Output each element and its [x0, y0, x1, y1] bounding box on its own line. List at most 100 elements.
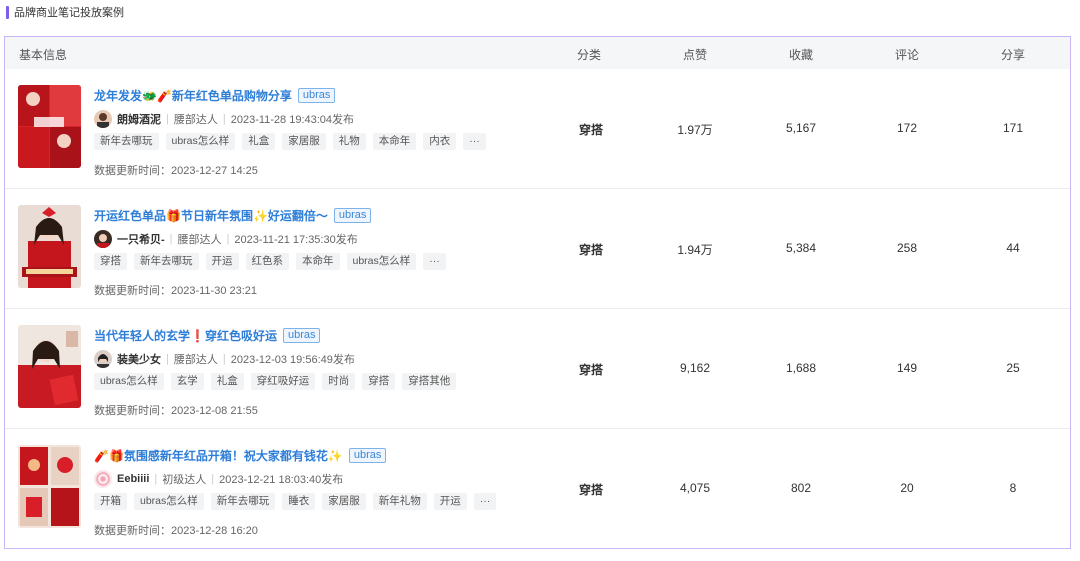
- topic-tag[interactable]: 穿搭: [94, 253, 127, 270]
- author-name[interactable]: 朗姆酒泥: [117, 111, 161, 127]
- header-comments[interactable]: 评论: [895, 46, 919, 63]
- category-cell: 穿搭: [578, 483, 603, 497]
- author-name[interactable]: 一只希贝-: [117, 231, 165, 247]
- shares-cell: 25: [1006, 361, 1020, 375]
- topic-tag[interactable]: 穿搭其他: [402, 373, 457, 390]
- table-header: 基本信息 分类 点赞 收藏 评论 分享: [5, 37, 1070, 69]
- topic-tag[interactable]: 礼盒: [210, 373, 244, 390]
- table-row[interactable]: 🧨🎁氛围感新年红品开箱！祝大家都有钱花✨ ubras Eebiiii | 初级达…: [5, 429, 1070, 549]
- topic-tag[interactable]: 开运: [433, 493, 467, 510]
- note-thumbnail[interactable]: [18, 445, 81, 528]
- divider: |: [222, 113, 226, 125]
- comments-cell: 258: [896, 241, 918, 255]
- topic-tag[interactable]: 开运: [205, 253, 239, 270]
- update-time: 数据更新时间：2023-12-27 14:25: [94, 165, 258, 177]
- publish-time: 2023-12-21 18:03:40发布: [219, 474, 344, 486]
- topic-tag[interactable]: 玄学: [170, 373, 204, 390]
- collects-cell: 802: [790, 481, 812, 495]
- topic-tag[interactable]: 家居服: [282, 133, 326, 150]
- note-title-line: 龙年发发🐲🧨新年红色单品购物分享 ubras: [94, 87, 336, 104]
- section-accent-bar: [6, 5, 9, 19]
- divider: |: [166, 113, 169, 125]
- category-cell: 穿搭: [578, 363, 603, 377]
- brand-tag[interactable]: ubras: [282, 328, 321, 343]
- divider: |: [166, 353, 169, 365]
- divider: |: [211, 473, 215, 485]
- avatar[interactable]: [94, 110, 112, 128]
- note-thumbnail[interactable]: [18, 325, 81, 408]
- divider: |: [154, 473, 158, 485]
- note-title-link[interactable]: 龙年发发🐲🧨新年红色单品购物分享: [94, 87, 292, 104]
- topic-tag[interactable]: 新年礼物: [372, 493, 427, 510]
- publish-time: 2023-11-28 19:43:04发布: [230, 114, 355, 126]
- note-title-link[interactable]: 当代年轻人的玄学❗穿红色吸好运: [94, 327, 277, 344]
- topic-tag[interactable]: 内衣: [423, 133, 457, 150]
- brand-tag[interactable]: ubras: [348, 448, 387, 463]
- note-thumbnail[interactable]: [18, 85, 81, 168]
- note-thumbnail[interactable]: [18, 205, 81, 288]
- section-header: 品牌商业笔记投放案例: [6, 5, 124, 19]
- publish-time: 2023-12-03 19:56:49发布: [230, 354, 355, 366]
- topic-tag[interactable]: 睡衣: [282, 493, 316, 510]
- header-likes[interactable]: 点赞: [683, 46, 707, 63]
- divider: |: [222, 353, 226, 365]
- note-title-line: 当代年轻人的玄学❗穿红色吸好运 ubras: [94, 327, 321, 344]
- author-line: 朗姆酒泥 | 腰部达人 | 2023-11-28 19:43:04发布: [94, 110, 354, 128]
- topic-tag[interactable]: 本命年: [296, 253, 340, 270]
- likes-cell: 1.97万: [677, 123, 713, 137]
- shares-cell: 8: [1009, 481, 1017, 495]
- brand-tag[interactable]: ubras: [297, 88, 336, 103]
- author-level: 腰部达人: [177, 234, 222, 246]
- likes-cell: 4,075: [679, 481, 711, 495]
- likes-cell: 9,162: [679, 361, 711, 375]
- author-line: Eebiiii | 初级达人 | 2023-12-21 18:03:40发布: [94, 470, 343, 488]
- author-name[interactable]: Eebiiii: [117, 473, 149, 485]
- avatar[interactable]: [94, 230, 112, 248]
- author-name[interactable]: 装美少女: [117, 351, 161, 367]
- topic-tag[interactable]: 红色系: [245, 253, 289, 270]
- author-level: 初级达人: [162, 474, 207, 486]
- collects-cell: 5,384: [785, 241, 817, 255]
- topic-tag[interactable]: 开箱: [94, 493, 127, 510]
- topic-tag[interactable]: 穿搭: [362, 373, 396, 390]
- update-time: 数据更新时间：2023-12-28 16:20: [94, 525, 258, 537]
- case-table: 基本信息 分类 点赞 收藏 评论 分享 龙年发发🐲🧨新年红色单品购物分享 ubr…: [4, 36, 1071, 549]
- category-cell: 穿搭: [578, 123, 603, 137]
- header-collects[interactable]: 收藏: [789, 46, 813, 63]
- author-line: 一只希贝- | 腰部达人 | 2023-11-21 17:35:30发布: [94, 230, 358, 248]
- topic-tag[interactable]: ubras怎么样: [165, 133, 236, 150]
- table-row[interactable]: 开运红色单品🎁节日新年氛围✨好运翻倍～ ubras 一只希贝- | 腰部达人 |…: [5, 189, 1070, 309]
- topic-tag[interactable]: ubras怎么样: [134, 493, 204, 510]
- topic-tag[interactable]: ubras怎么样: [94, 373, 164, 390]
- more-tags-button[interactable]: ···: [473, 493, 497, 510]
- table-row[interactable]: 当代年轻人的玄学❗穿红色吸好运 ubras 装美少女 | 腰部达人 | 2023…: [5, 309, 1070, 429]
- table-row[interactable]: 龙年发发🐲🧨新年红色单品购物分享 ubras 朗姆酒泥 | 腰部达人 | 202…: [5, 69, 1070, 189]
- header-category[interactable]: 分类: [577, 46, 601, 63]
- topic-tag[interactable]: 礼物: [332, 133, 366, 150]
- tag-list: 穿搭 新年去哪玩 开运 红色系 本命年 ubras怎么样 ···: [94, 253, 453, 270]
- topic-tag[interactable]: 新年去哪玩: [94, 133, 159, 150]
- note-title-link[interactable]: 🧨🎁氛围感新年红品开箱！祝大家都有钱花✨: [94, 447, 343, 464]
- divider: |: [226, 233, 230, 245]
- topic-tag[interactable]: 本命年: [372, 133, 417, 150]
- topic-tag[interactable]: 家居服: [322, 493, 366, 510]
- more-tags-button[interactable]: ···: [463, 133, 486, 150]
- topic-tag[interactable]: ubras怎么样: [346, 253, 417, 270]
- topic-tag[interactable]: 新年去哪玩: [210, 493, 276, 510]
- note-title-link[interactable]: 开运红色单品🎁节日新年氛围✨好运翻倍～: [94, 207, 328, 224]
- topic-tag[interactable]: 时尚: [322, 373, 356, 390]
- topic-tag[interactable]: 新年去哪玩: [134, 253, 199, 270]
- header-shares[interactable]: 分享: [1001, 46, 1025, 63]
- avatar[interactable]: [94, 470, 112, 488]
- likes-cell: 1.94万: [677, 243, 713, 257]
- topic-tag[interactable]: 穿红吸好运: [250, 373, 316, 390]
- section-title: 品牌商业笔记投放案例: [14, 7, 124, 19]
- update-time: 数据更新时间：2023-12-08 21:55: [94, 405, 258, 417]
- avatar[interactable]: [94, 350, 112, 368]
- note-title-line: 🧨🎁氛围感新年红品开箱！祝大家都有钱花✨ ubras: [94, 447, 387, 464]
- brand-tag[interactable]: ubras: [333, 208, 372, 223]
- comments-cell: 172: [896, 121, 918, 135]
- topic-tag[interactable]: 礼盒: [242, 133, 276, 150]
- more-tags-button[interactable]: ···: [423, 253, 446, 270]
- author-level: 腰部达人: [173, 114, 218, 126]
